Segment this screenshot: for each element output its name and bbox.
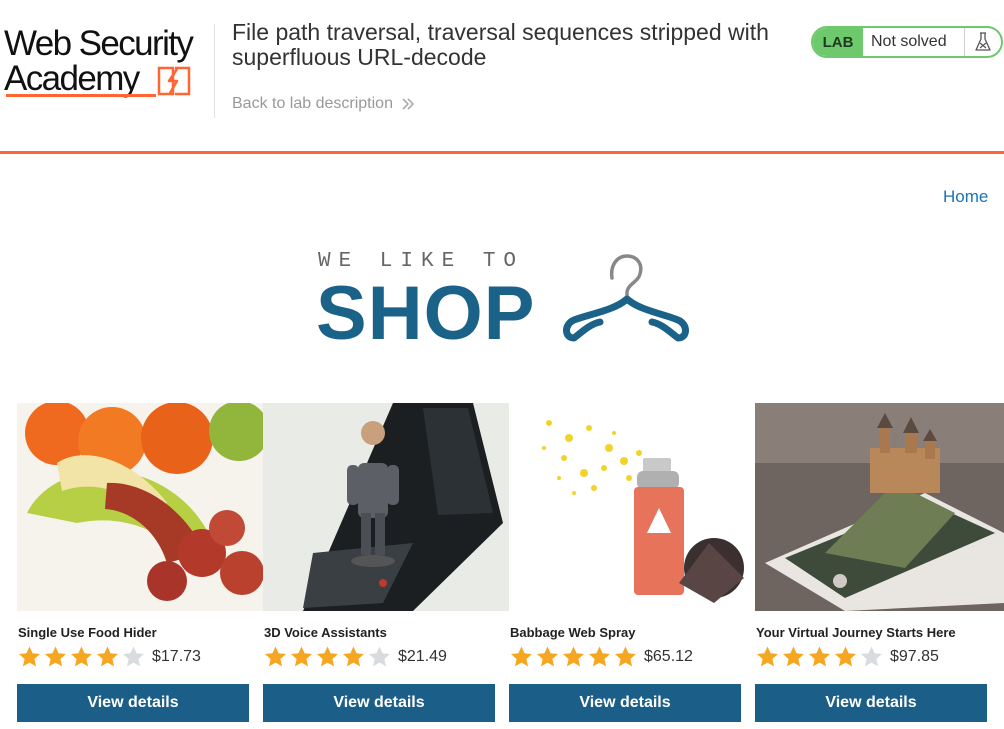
lab-tag: LAB (813, 28, 863, 56)
product-card: Babbage Web Spray $65.12 View details (509, 403, 755, 722)
lab-status-widget: LAB Not solved (811, 26, 1003, 58)
header-accent-bar (0, 151, 1004, 154)
lab-title: File path traversal, traversal sequences… (232, 19, 769, 70)
banner-title: SHOP (316, 271, 536, 356)
product-rating: $21.49 (263, 645, 447, 669)
logo-lightning-icon (157, 66, 191, 96)
star-filled-icon (835, 646, 856, 667)
star-filled-icon (615, 646, 636, 667)
banner-tagline: WE LIKE TO (318, 250, 525, 273)
star-filled-icon (97, 646, 118, 667)
view-details-button[interactable]: View details (263, 684, 495, 722)
product-price: $21.49 (398, 648, 447, 665)
voice-assistant-photo[interactable] (263, 403, 509, 611)
star-filled-icon (589, 646, 610, 667)
star-filled-icon (291, 646, 312, 667)
web-spray-photo[interactable] (509, 403, 755, 611)
product-rating: $97.85 (755, 645, 939, 669)
home-link[interactable]: Home (943, 187, 988, 207)
star-empty-icon (123, 646, 144, 667)
logo-text-line2: Academy (4, 59, 140, 98)
lab-header: Web Security Academy File path traversal… (0, 0, 1004, 154)
double-chevron-right-icon (402, 98, 415, 110)
product-name: Babbage Web Spray (510, 625, 636, 640)
product-card: 3D Voice Assistants $21.49 View details (263, 403, 509, 722)
logo-underline (6, 94, 156, 97)
star-filled-icon (19, 646, 40, 667)
product-name: 3D Voice Assistants (264, 625, 387, 640)
flask-icon (964, 28, 1001, 56)
product-name: Your Virtual Journey Starts Here (756, 625, 956, 640)
logo-text-line1: Web Security (4, 24, 194, 63)
star-filled-icon (317, 646, 338, 667)
product-card: Single Use Food Hider $17.73 View detail… (17, 403, 263, 722)
star-filled-icon (783, 646, 804, 667)
lab-status-text: Not solved (871, 33, 947, 50)
product-card: Your Virtual Journey Starts Here $97.85 … (755, 403, 1004, 722)
star-filled-icon (265, 646, 286, 667)
star-filled-icon (537, 646, 558, 667)
hanger-icon (563, 254, 689, 342)
product-rating: $65.12 (509, 645, 693, 669)
virtual-journey-photo[interactable] (755, 403, 1004, 611)
product-name: Single Use Food Hider (18, 625, 157, 640)
star-filled-icon (71, 646, 92, 667)
star-filled-icon (809, 646, 830, 667)
back-to-lab-description-link[interactable]: Back to lab description (232, 95, 415, 113)
star-empty-icon (369, 646, 390, 667)
star-filled-icon (45, 646, 66, 667)
product-price: $97.85 (890, 648, 939, 665)
view-details-button[interactable]: View details (755, 684, 987, 722)
star-filled-icon (511, 646, 532, 667)
star-empty-icon (861, 646, 882, 667)
product-price: $65.12 (644, 648, 693, 665)
product-price: $17.73 (152, 648, 201, 665)
food-hider-photo[interactable] (17, 403, 263, 611)
product-rating: $17.73 (17, 645, 201, 669)
view-details-button[interactable]: View details (17, 684, 249, 722)
back-link-label: Back to lab description (232, 95, 393, 112)
star-filled-icon (563, 646, 584, 667)
star-filled-icon (343, 646, 364, 667)
star-filled-icon (757, 646, 778, 667)
academy-logo[interactable]: Web Security Academy (4, 26, 214, 106)
view-details-button[interactable]: View details (509, 684, 741, 722)
header-divider (214, 24, 215, 118)
